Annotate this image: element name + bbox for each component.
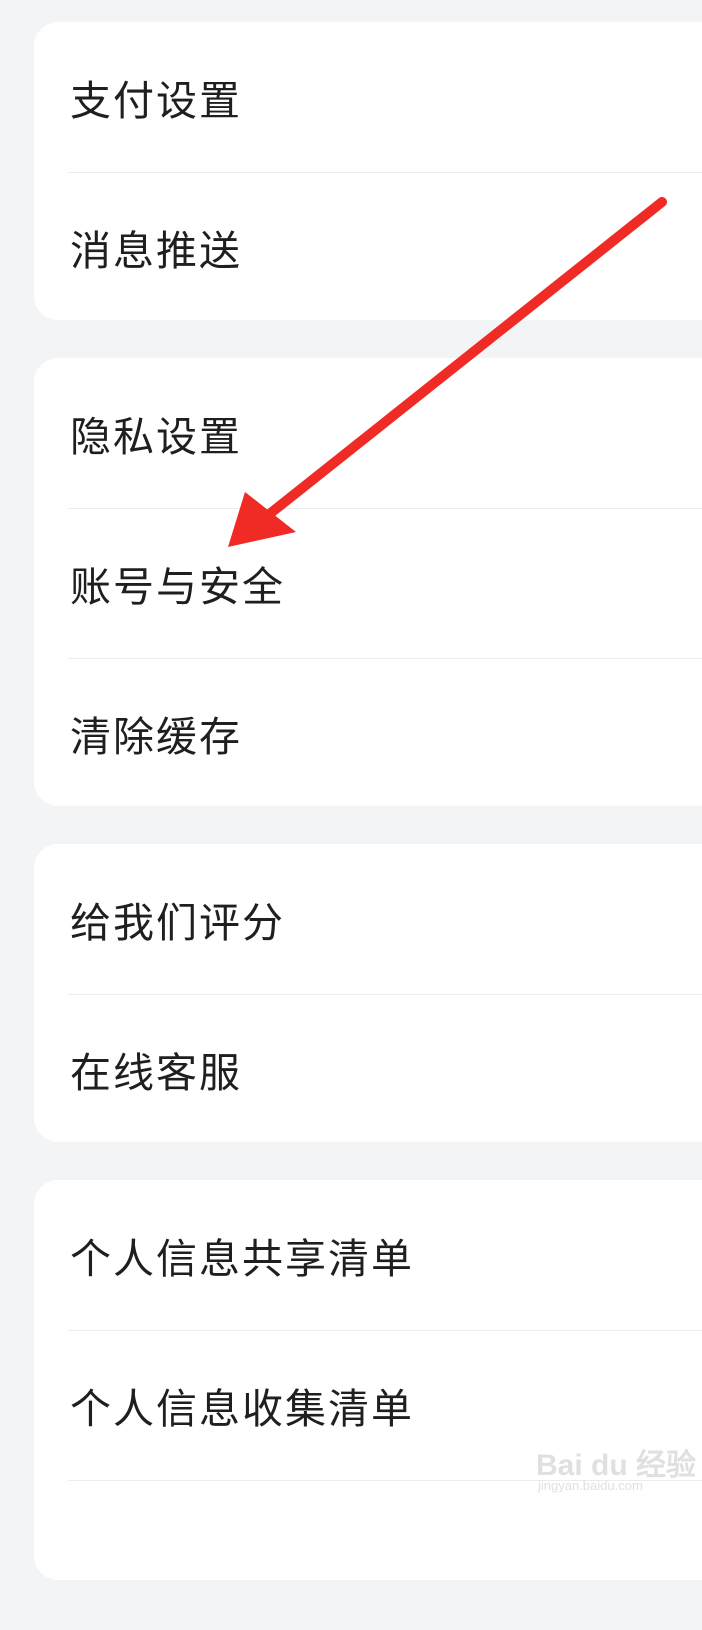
privacy-settings-label: 隐私设置 — [70, 413, 242, 461]
settings-group-support: 给我们评分 在线客服 — [34, 844, 702, 1142]
message-push-item[interactable]: 消息推送 — [34, 172, 702, 322]
rate-us-item[interactable]: 给我们评分 — [34, 844, 702, 994]
clear-cache-item[interactable]: 清除缓存 — [34, 658, 702, 808]
baidu-jingyan-watermark: Bai du 经验 jingyan.baidu.com — [536, 1440, 696, 1510]
account-security-item[interactable]: 账号与安全 — [34, 508, 702, 658]
info-sharing-list-label: 个人信息共享清单 — [70, 1235, 414, 1283]
watermark-url: jingyan.baidu.com — [538, 1478, 643, 1493]
online-service-item[interactable]: 在线客服 — [34, 994, 702, 1144]
online-service-label: 在线客服 — [70, 1049, 242, 1097]
rate-us-label: 给我们评分 — [70, 899, 285, 947]
account-security-label: 账号与安全 — [70, 563, 285, 611]
info-collection-list-label: 个人信息收集清单 — [70, 1385, 414, 1433]
message-push-label: 消息推送 — [70, 227, 242, 275]
settings-group-payment: 支付设置 消息推送 — [34, 22, 702, 320]
payment-settings-label: 支付设置 — [70, 77, 242, 125]
settings-group-privacy: 隐私设置 账号与安全 清除缓存 — [34, 358, 702, 806]
privacy-settings-item[interactable]: 隐私设置 — [34, 358, 702, 508]
settings-group-personal-info: 个人信息共享清单 个人信息收集清单 — [34, 1180, 702, 1580]
payment-settings-item[interactable]: 支付设置 — [34, 22, 702, 172]
clear-cache-label: 清除缓存 — [70, 713, 242, 761]
info-sharing-list-item[interactable]: 个人信息共享清单 — [34, 1180, 702, 1330]
